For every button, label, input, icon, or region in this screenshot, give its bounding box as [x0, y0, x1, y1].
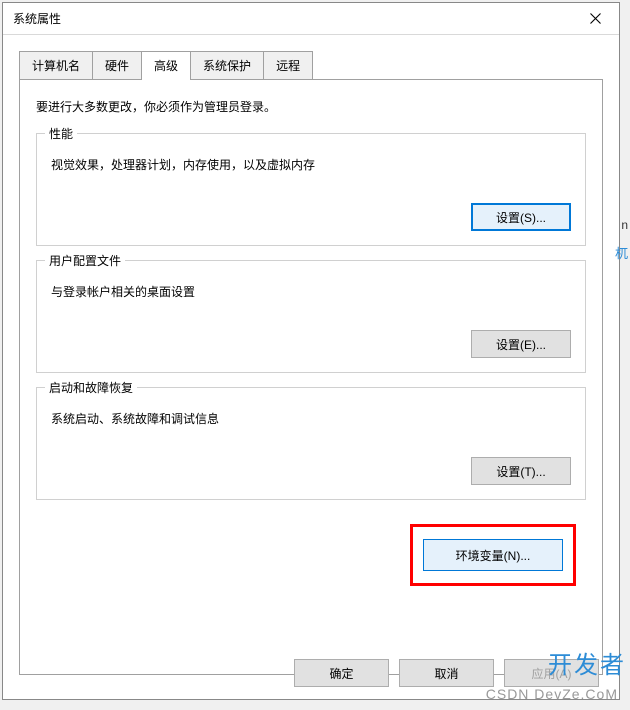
close-icon — [590, 13, 601, 24]
admin-note: 要进行大多数更改，你必须作为管理员登录。 — [36, 98, 586, 115]
user-profiles-desc: 与登录帐户相关的桌面设置 — [51, 283, 571, 300]
tab-computer-name[interactable]: 计算机名 — [19, 51, 93, 79]
environment-variables-button[interactable]: 环境变量(N)... — [423, 539, 563, 571]
startup-recovery-group: 启动和故障恢复 系统启动、系统故障和调试信息 设置(T)... — [36, 387, 586, 500]
performance-settings-button[interactable]: 设置(S)... — [471, 203, 571, 231]
tab-strip: 计算机名 硬件 高级 系统保护 远程 — [19, 51, 603, 79]
side-text-1: n — [621, 218, 628, 232]
user-profiles-group: 用户配置文件 与登录帐户相关的桌面设置 设置(E)... — [36, 260, 586, 373]
dialog-content: 计算机名 硬件 高级 系统保护 远程 要进行大多数更改，你必须作为管理员登录。 … — [3, 35, 619, 687]
startup-settings-button[interactable]: 设置(T)... — [471, 457, 571, 485]
performance-desc: 视觉效果，处理器计划，内存使用，以及虚拟内存 — [51, 156, 571, 173]
dialog-button-row: 确定 取消 应用(A) — [3, 659, 619, 687]
user-profiles-settings-button[interactable]: 设置(E)... — [471, 330, 571, 358]
startup-title: 启动和故障恢复 — [45, 379, 137, 396]
system-properties-dialog: 系统属性 计算机名 硬件 高级 系统保护 远程 要进行大多数更改，你必须作为管理… — [2, 2, 620, 700]
advanced-tab-panel: 要进行大多数更改，你必须作为管理员登录。 性能 视觉效果，处理器计划，内存使用，… — [19, 79, 603, 675]
apply-button[interactable]: 应用(A) — [504, 659, 599, 687]
user-profiles-title: 用户配置文件 — [45, 252, 125, 269]
window-title: 系统属性 — [13, 10, 61, 27]
performance-title: 性能 — [45, 125, 77, 142]
close-button[interactable] — [575, 4, 615, 34]
cancel-button[interactable]: 取消 — [399, 659, 494, 687]
performance-group: 性能 视觉效果，处理器计划，内存使用，以及虚拟内存 设置(S)... — [36, 133, 586, 246]
titlebar: 系统属性 — [3, 3, 619, 35]
tab-remote[interactable]: 远程 — [263, 51, 313, 79]
ok-button[interactable]: 确定 — [294, 659, 389, 687]
startup-desc: 系统启动、系统故障和调试信息 — [51, 410, 571, 427]
tab-system-protection[interactable]: 系统保护 — [190, 51, 264, 79]
env-row: 环境变量(N)... — [36, 514, 586, 586]
tab-hardware[interactable]: 硬件 — [92, 51, 142, 79]
env-highlight-box: 环境变量(N)... — [410, 524, 576, 586]
tab-advanced[interactable]: 高级 — [141, 51, 191, 80]
